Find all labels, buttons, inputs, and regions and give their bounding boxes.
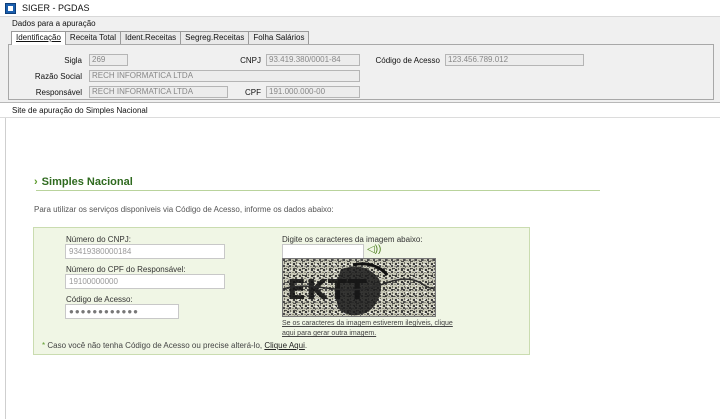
sigla-field[interactable]: 269 <box>89 54 128 66</box>
captcha-refresh-link-1[interactable]: Se os caracteres da imagem estiverem ile… <box>282 320 453 327</box>
tab-folha-salarios[interactable]: Folha Salários <box>248 31 310 44</box>
captcha-noise-svg: EKTT <box>283 259 435 316</box>
note-text: Caso você não tenha Código de Acesso ou … <box>45 341 265 350</box>
cnpj-form-label: Número do CNPJ: <box>66 235 131 244</box>
tab-segreg-receitas[interactable]: Segreg.Receitas <box>180 31 250 44</box>
cpf-label: CPF <box>245 88 261 97</box>
tab-strip: Identificação Receita Total Ident.Receit… <box>11 31 310 45</box>
cnpj-label: CNPJ <box>240 56 261 65</box>
cpf-form-label: Número do CPF do Responsável: <box>66 265 186 274</box>
window-title: SIGER - PGDAS <box>22 3 90 13</box>
title-bar: SIGER - PGDAS <box>0 0 720 17</box>
browser-left-border <box>5 118 6 419</box>
codigo-form-label: Código de Acesso: <box>66 295 133 304</box>
responsavel-label: Responsável <box>35 88 82 97</box>
cnpj-field[interactable]: 93.419.380/0001-84 <box>266 54 360 66</box>
codigo-acesso-input[interactable]: ●●●●●●●●●●●● <box>65 304 179 319</box>
codigo-acesso-field[interactable]: 123.456.789.012 <box>445 54 584 66</box>
clique-aqui-link[interactable]: Clique Aqui <box>264 341 304 350</box>
captcha-image: EKTT <box>282 258 436 317</box>
cpf-field[interactable]: 191.000.000-00 <box>266 86 360 98</box>
intro-text: Para utilizar os serviços disponíveis vi… <box>34 205 334 214</box>
tab-ident-receitas[interactable]: Ident.Receitas <box>120 31 182 44</box>
captcha-refresh-link-2[interactable]: aqui para gerar outra imagem. <box>282 330 376 337</box>
captcha-input[interactable] <box>282 244 364 259</box>
captcha-label: Digite os caracteres da imagem abaixo: <box>282 235 423 244</box>
sigla-label: Sigla <box>64 56 82 65</box>
browser-header-title: Site de apuração do Simples Nacional <box>12 106 148 115</box>
cnpj-input[interactable]: 93419380000184 <box>65 244 225 259</box>
access-code-note: * Caso você não tenha Código de Acesso o… <box>42 341 307 350</box>
app-icon <box>5 3 16 14</box>
note-end: . <box>304 341 308 350</box>
speaker-icon[interactable]: ◁)) <box>367 244 381 255</box>
browser-header: Site de apuração do Simples Nacional <box>0 102 720 118</box>
chevron-right-icon: › <box>34 176 38 188</box>
apuracao-panel: Dados para a apuração Identificação Rece… <box>0 17 720 102</box>
group-label: Dados para a apuração <box>12 19 96 28</box>
codigo-acesso-label: Código de Acesso <box>375 56 441 65</box>
tab-identificacao[interactable]: Identificação <box>11 31 66 45</box>
responsavel-field[interactable]: RECH INFORMATICA LTDA <box>89 86 228 98</box>
simples-nacional-title-text: Simples Nacional <box>41 176 133 188</box>
tab-receita-total[interactable]: Receita Total <box>64 31 122 44</box>
simples-nacional-title: › Simples Nacional <box>34 176 133 188</box>
title-divider <box>36 190 600 191</box>
cpf-input[interactable]: 19100000000 <box>65 274 225 289</box>
razao-social-label: Razão Social <box>34 72 82 81</box>
razao-social-field[interactable]: RECH INFORMATICA LTDA <box>89 70 360 82</box>
